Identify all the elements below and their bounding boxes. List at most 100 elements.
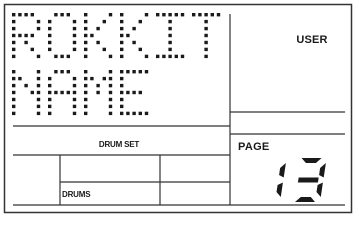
kit-name-line2-dot — [36, 97, 41, 102]
kit-name-line1-dot — [12, 54, 16, 59]
kit-name-line1-dot — [96, 26, 100, 31]
drum-set-label: DRUM SET — [98, 140, 140, 149]
kit-name-line1-dot — [66, 54, 70, 59]
kit-name-line1-dot — [84, 40, 88, 45]
kit-name-line2-dot — [120, 90, 124, 95]
kit-name-line1-dot — [120, 26, 124, 31]
lcd-frame — [3, 3, 353, 214]
kit-name-line2-dot — [12, 104, 16, 109]
kit-name-line1-dot — [120, 13, 124, 17]
kit-name-line1-dot — [84, 19, 88, 24]
kit-name-line1-dot — [126, 33, 130, 38]
kit-name-line2-dot — [48, 104, 52, 109]
kit-name-line2-dot — [84, 97, 88, 102]
kit-name-line1-dot — [204, 47, 208, 52]
kit-name-line2-dot — [90, 76, 94, 81]
kit-name-line1-dot — [132, 26, 136, 31]
kit-name-line1-dot — [18, 33, 22, 38]
kit-name-line2-dot — [144, 111, 149, 116]
kit-name-line2-dot — [48, 111, 52, 116]
kit-name-line1-dot — [12, 19, 16, 24]
kit-name-line2-dot — [72, 104, 77, 109]
kit-name-line1-dot — [12, 40, 16, 45]
page-label: PAGE — [238, 141, 270, 153]
kit-name-line2-dot — [12, 111, 16, 116]
kit-name-line1-dot — [120, 40, 124, 45]
kit-name-line2-dot — [72, 83, 77, 88]
kit-name-line2-dot — [144, 70, 149, 74]
kit-name-line2-dot — [84, 83, 88, 88]
kit-name-line2-dot — [72, 97, 77, 102]
kit-name-line1-dot — [12, 26, 16, 31]
kit-name-line2-dot — [54, 70, 58, 74]
kit-name-line1-dot — [216, 13, 221, 17]
kit-name-line1-dot — [156, 54, 160, 59]
page-digit-segment — [316, 182, 323, 197]
kit-name-line1-dot — [66, 13, 70, 17]
kit-name-line1-dot — [168, 26, 172, 31]
kit-name-line1-dot — [96, 40, 100, 45]
lcd-display: USER DRUM SET DRUMS PAGE — [0, 0, 359, 217]
kit-name-line1-dot — [60, 54, 64, 59]
kit-name-line1-dot — [24, 40, 28, 45]
kit-name-line1-dot — [120, 19, 124, 24]
kit-name-line1-dot — [30, 13, 34, 17]
kit-name-line2-dot — [36, 76, 41, 81]
kit-name-line1-dot — [168, 47, 172, 52]
kit-name-line1-dot — [36, 54, 41, 59]
kit-name-line2-dot — [48, 90, 52, 95]
kit-name-line2-dot — [108, 111, 113, 116]
kit-name-line1-dot — [144, 13, 149, 17]
kit-name-line1-dot — [204, 19, 208, 24]
kit-name-line1-dot — [204, 40, 208, 45]
kit-name-line2-dot — [36, 83, 41, 88]
kit-name-line1-dot — [204, 54, 208, 59]
kit-name-line1-dot — [48, 40, 52, 45]
kit-name-line2-matrix — [12, 70, 149, 116]
kit-name-line1-dot — [72, 33, 77, 38]
kit-name-line2-dot — [108, 90, 113, 95]
kit-name-line2-dot — [12, 90, 16, 95]
kit-name-line1-dot — [12, 47, 16, 52]
kit-name-line1-dot — [90, 33, 94, 38]
kit-name-line1-dot — [48, 47, 52, 52]
kit-name-line2-dot — [18, 76, 22, 81]
kit-name-line1-dot — [204, 26, 208, 31]
kit-name-line2-dot — [72, 90, 77, 95]
kit-name-line2-dot — [48, 97, 52, 102]
kit-name-line1-matrix — [12, 13, 221, 59]
drums-label: DRUMS — [62, 190, 91, 199]
kit-name-line1-dot — [54, 54, 58, 59]
kit-name-line2-dot — [132, 111, 136, 116]
kit-name-line2-dot — [66, 70, 70, 74]
kit-name-line1-dot — [174, 54, 178, 59]
kit-name-line2-dot — [120, 104, 124, 109]
kit-name-line1-dot — [30, 47, 34, 52]
kit-name-line1-dot — [162, 54, 166, 59]
page-digit-segment — [297, 177, 319, 183]
kit-name-line2-dot — [126, 111, 130, 116]
kit-name-line2-dot — [72, 76, 77, 81]
kit-name-line1-dot — [18, 13, 22, 17]
kit-name-line1-dot — [84, 33, 88, 38]
kit-name-line2-dot — [72, 111, 77, 116]
kit-name-line2-dot — [108, 76, 113, 81]
kit-name-line1-dot — [168, 54, 172, 59]
kit-name-line1-dot — [24, 13, 28, 17]
kit-name-line1-dot — [72, 26, 77, 31]
kit-name-line2-dot — [12, 70, 16, 74]
kit-name-line2-dot — [138, 90, 142, 95]
kit-name-line1-dot — [12, 33, 16, 38]
kit-name-line2-dot — [96, 83, 100, 88]
kit-name-line1-dot — [84, 13, 88, 17]
kit-name-line1-dot — [48, 19, 52, 24]
kit-name-line2-dot — [36, 90, 41, 95]
kit-name-line1-dot — [102, 47, 106, 52]
kit-name-line2-dot — [132, 90, 136, 95]
kit-name-line2-dot — [138, 111, 142, 116]
kit-name-line2-dot — [24, 83, 28, 88]
kit-name-line2-dot — [30, 90, 34, 95]
kit-name-line1-dot — [204, 13, 208, 17]
kit-name-line1-dot — [138, 47, 142, 52]
kit-name-line2-dot — [120, 76, 124, 81]
